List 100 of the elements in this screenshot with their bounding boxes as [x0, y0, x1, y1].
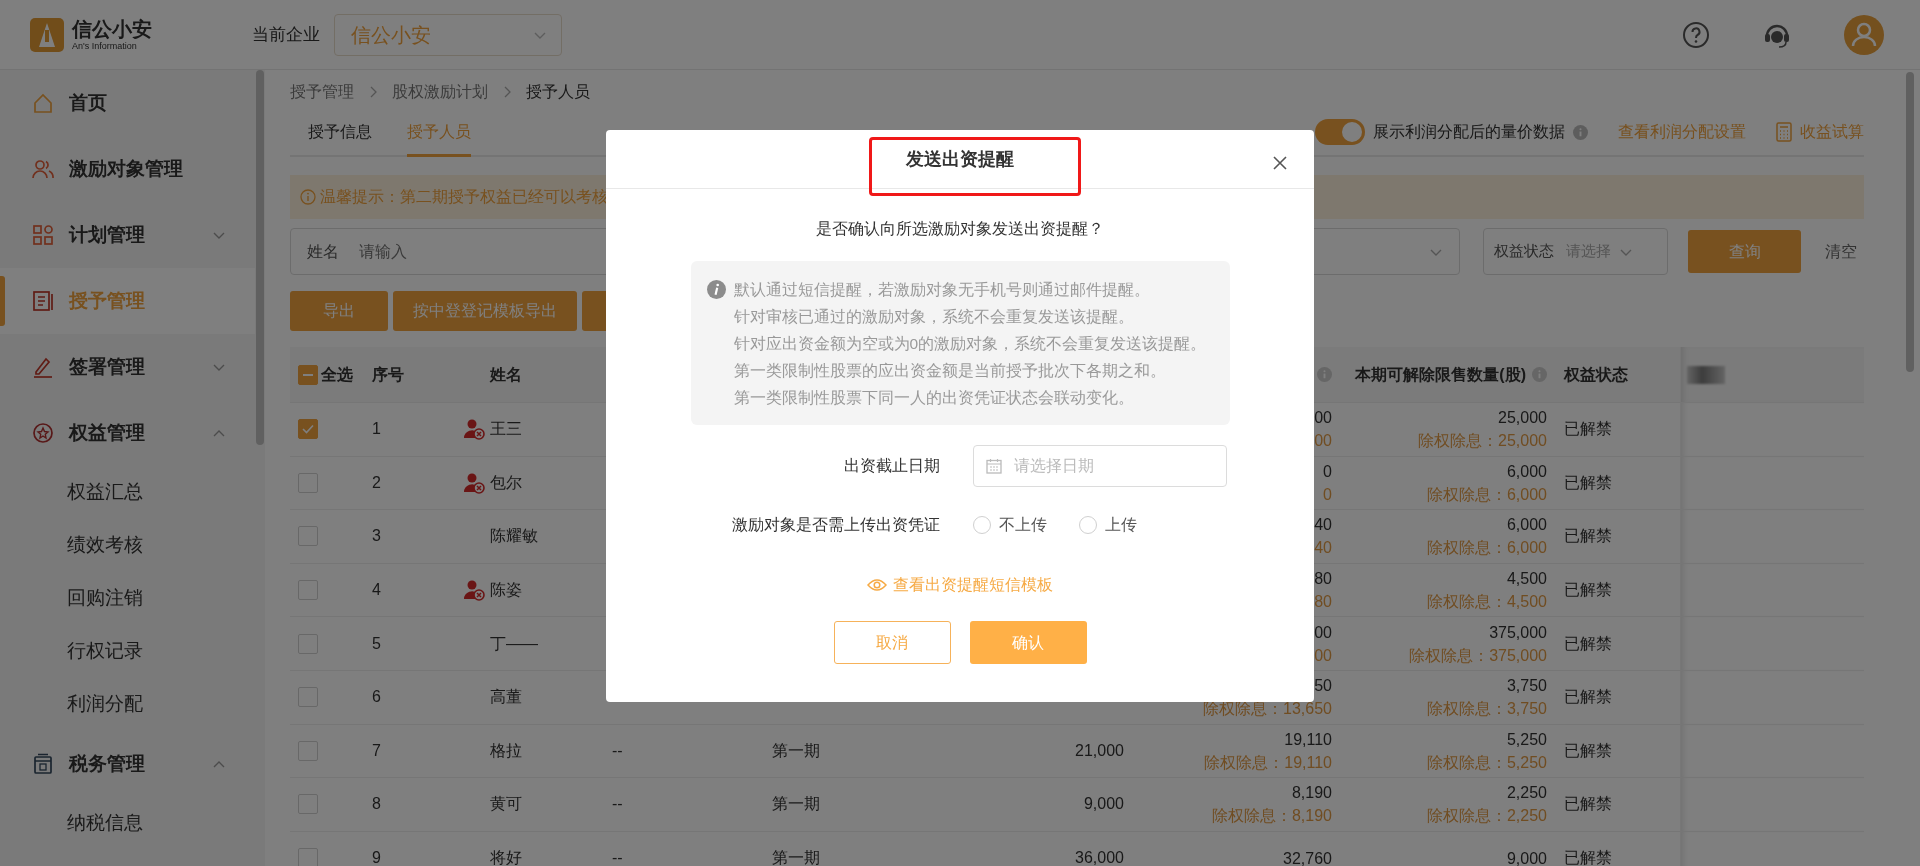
table-cell-text: 将好 — [490, 848, 522, 866]
table-cell-text: 6,000 — [1506, 515, 1547, 536]
company-label: 当前企业 — [252, 23, 320, 46]
sidebar-subitem[interactable]: 绩效考核 — [0, 519, 255, 572]
table-cell-text: 第一期 — [772, 740, 820, 761]
toggle-label: 展示利润分配后的量价数据 — [1373, 122, 1565, 142]
table-cell-text: 已解禁 — [1564, 740, 1612, 761]
table-cell-text: 0 — [1323, 484, 1332, 505]
date-field[interactable]: 请选择日期 — [973, 445, 1227, 487]
sidebar-subitem[interactable]: 权益汇总 — [0, 466, 255, 519]
avatar-icon[interactable] — [1844, 14, 1884, 55]
table-cell-text: 3 — [372, 526, 381, 547]
sidebar-item[interactable]: 计划管理 — [0, 202, 255, 268]
table-cell-text: 9,000 — [1506, 848, 1547, 866]
table-cell-text: 5,250 — [1506, 729, 1547, 750]
table-cell-text: -- — [612, 740, 623, 761]
table-cell-text: 除权除息：8,190 — [1211, 806, 1332, 827]
radio-option[interactable]: 上传 — [1079, 513, 1137, 537]
sidebar-subitem[interactable]: 回购注销 — [0, 572, 255, 625]
table-cell-text: 已解禁 — [1564, 472, 1612, 493]
minus-icon — [303, 373, 313, 376]
sidebar-subitem[interactable]: 利润分配 — [0, 678, 255, 731]
table-cell-text: 已解禁 — [1564, 848, 1612, 866]
table-cell-text: 6,000 — [1506, 461, 1547, 482]
radio-option[interactable]: 不上传 — [973, 513, 1047, 537]
redacted-block — [1687, 365, 1725, 384]
table-cell-text: 黄可 — [490, 794, 522, 815]
note-line: 第一类限制性股票下同一人的出资凭证状态会联动变化。 — [733, 388, 1135, 408]
column-header: 本期可解除限售数量(股) — [1355, 364, 1526, 385]
row-checkbox[interactable] — [298, 419, 318, 440]
table-cell-text: 除权除息：3,750 — [1426, 699, 1547, 720]
sidebar-item[interactable]: 权益管理 — [0, 400, 255, 466]
note-line: 默认通过短信提醒，若激励对象无手机号则通过邮件提醒。 — [733, 280, 1151, 300]
table-cell-text: 2 — [372, 472, 381, 493]
logo-subtitle: An's Information — [72, 41, 138, 51]
table-cell-text: 8 — [372, 794, 381, 815]
table-cell-text: 375,000 — [1489, 622, 1547, 643]
help-icon[interactable] — [1682, 20, 1710, 49]
table-cell-text: 已解禁 — [1564, 633, 1612, 654]
document-icon — [32, 290, 54, 312]
table-cell-text: 40 — [1314, 538, 1332, 559]
notice-text: 温馨提示：第二期授予权益已经可以考核 — [320, 187, 608, 207]
home-icon — [32, 92, 54, 114]
table-cell-text: 00 — [1314, 622, 1332, 643]
info-icon — [1573, 124, 1588, 140]
table-cell-text: 50 — [1314, 676, 1332, 697]
table-cell-text: 除权除息：6,000 — [1426, 538, 1547, 559]
table-cell-text: 36,000 — [1075, 848, 1124, 866]
table-cell-text: 高董 — [490, 687, 522, 708]
pen-icon — [32, 356, 54, 378]
note-line: 针对应出资金额为空或为0的激励对象，系统不会重复发送该提醒。 — [733, 334, 1207, 354]
date-input[interactable]: 请选择日期 — [1012, 453, 1202, 479]
sidebar-item[interactable]: 首页 — [0, 70, 255, 136]
clear-link[interactable]: 清空 — [1825, 239, 1857, 264]
dialog-question: 是否确认向所选激励对象发送出资提醒？ — [816, 219, 1104, 239]
column-header: 全选 — [321, 364, 353, 385]
grid-icon — [32, 224, 54, 246]
info-icon — [706, 280, 726, 299]
table-cell-text: 6 — [372, 687, 381, 708]
table-cell-text: 80 — [1314, 569, 1332, 590]
table-cell-text: 40 — [1314, 515, 1332, 536]
breadcrumb-item[interactable]: 授予管理 — [290, 80, 354, 104]
tab[interactable]: 授予信息 — [308, 120, 372, 157]
table-cell-text: 25,000 — [1498, 408, 1547, 429]
table-cell-text: 除权除息：13,650 — [1203, 699, 1332, 720]
scrollbar-thumb[interactable] — [1906, 72, 1914, 372]
table-cell-text: -- — [612, 848, 623, 866]
info-icon — [1532, 367, 1547, 382]
select-all-checkbox[interactable] — [298, 364, 318, 385]
table-cell-text: 0 — [1323, 461, 1332, 482]
info-outline-icon — [300, 189, 316, 205]
table-cell-text: 已解禁 — [1564, 687, 1612, 708]
column-header: 序号 — [372, 364, 404, 385]
sidebar-item[interactable]: 激励对象管理 — [0, 136, 255, 202]
scrollbar-thumb[interactable] — [256, 70, 264, 445]
table-cell-text: 5 — [372, 633, 381, 654]
table-cell-text: 00 — [1314, 645, 1332, 666]
table-cell-text: 00 — [1314, 431, 1332, 452]
table-cell-text: 19,110 — [1284, 729, 1332, 750]
table-cell-text: 00 — [1314, 408, 1332, 429]
sidebar-subitem[interactable]: 纳税信息 — [0, 797, 255, 850]
people-icon — [32, 158, 54, 180]
badge-icon — [32, 422, 54, 444]
calendar-icon — [986, 458, 1002, 474]
table-cell-text: 1 — [372, 419, 381, 440]
sidebar-item[interactable]: 签署管理 — [0, 334, 255, 400]
table-cell-text: 已解禁 — [1564, 580, 1612, 601]
table-cell-text: 除权除息：6,000 — [1426, 484, 1547, 505]
name-input[interactable]: 请输入 — [357, 238, 557, 265]
table-cell-text: 第一期 — [772, 848, 820, 866]
table-cell-text: 除权除息：4,500 — [1426, 592, 1547, 613]
sidebar-subitem[interactable]: 行权记录 — [0, 625, 255, 678]
logo-icon — [30, 17, 64, 52]
table-cell-text: 除权除息：5,250 — [1426, 752, 1547, 773]
field-label: 姓名 — [307, 241, 339, 262]
toggle-switch[interactable] — [1315, 119, 1365, 145]
sidebar-item[interactable]: 税务管理 — [0, 731, 255, 797]
table-cell-text: 2,250 — [1506, 783, 1547, 804]
breadcrumb-item[interactable]: 股权激励计划 — [392, 80, 488, 104]
table-cell-text: 21,000 — [1075, 740, 1124, 761]
